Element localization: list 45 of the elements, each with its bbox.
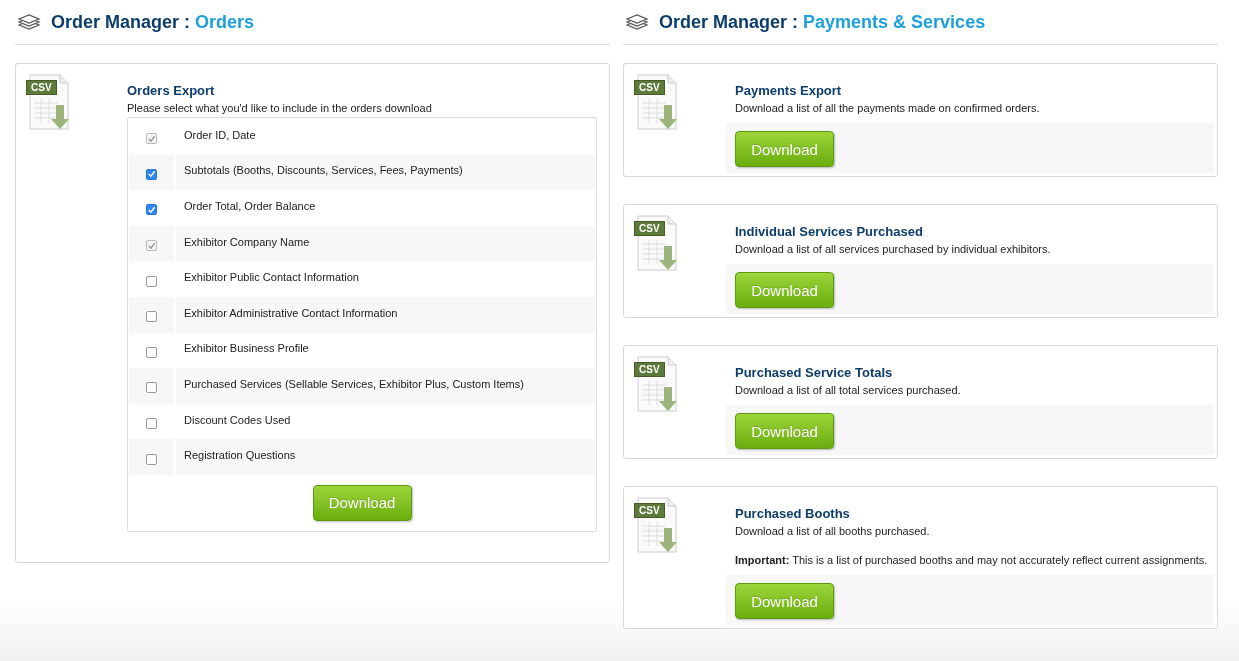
- layers-icon: [17, 14, 41, 30]
- download-button[interactable]: Download: [735, 413, 834, 449]
- layers-icon: [625, 14, 649, 30]
- checkbox[interactable]: [146, 382, 157, 394]
- option-label: Subtotals (Booths, Discounts, Services, Fees, Payments): [184, 164, 463, 177]
- option-label: Order Total, Order Balance: [184, 200, 316, 212]
- download-button[interactable]: Download: [735, 272, 834, 308]
- card-title: Orders Export: [127, 83, 216, 98]
- card-title: Purchased Service Totals: [735, 365, 894, 380]
- checkbox[interactable]: [146, 275, 157, 287]
- option-label: Purchased Services (Sellable Services, Exhibitor Plus, Custom Items): [184, 377, 524, 390]
- checkbox[interactable]: [146, 453, 157, 465]
- checkbox[interactable]: [146, 418, 157, 430]
- checkbox[interactable]: [146, 204, 157, 216]
- download-button[interactable]: Download: [312, 484, 412, 521]
- option-label: Exhibitor Administrative Contact Information: [184, 306, 398, 319]
- file-type-label: CSV: [26, 80, 57, 95]
- card-description: Please select what you'd like to include in the orders download: [127, 102, 433, 114]
- option-label: Order ID, Date: [184, 128, 256, 141]
- important-note: Important: This is a list of purchased booths and may not accurately reflect current assignments.: [735, 554, 1209, 566]
- option-label: Exhibitor Company Name: [184, 235, 310, 248]
- heading-title: Order Manager :: [659, 11, 799, 33]
- file-type-label: CSV: [634, 362, 665, 377]
- checkbox[interactable]: [146, 168, 157, 180]
- card-description: Download a list of all total services purchased.: [735, 384, 962, 396]
- card-description: Download a list of all the payments made on confirmed orders.: [735, 102, 1041, 114]
- heading-section: Payments & Services: [803, 11, 986, 33]
- heading-title: Order Manager :: [51, 11, 191, 33]
- option-label: Exhibitor Business Profile: [184, 342, 309, 355]
- option-label: Registration Questions: [184, 449, 296, 462]
- heading-section: Orders: [195, 11, 255, 33]
- file-type-label: CSV: [634, 80, 665, 95]
- download-button[interactable]: Download: [735, 583, 834, 619]
- file-type-label: CSV: [634, 221, 665, 236]
- option-label: Discount Codes Used: [184, 413, 291, 426]
- card-description: Download a list of all services purchased by individual exhibitors.: [735, 243, 1052, 255]
- checkbox[interactable]: [146, 346, 157, 358]
- checkbox[interactable]: [146, 311, 157, 323]
- card-title: Purchased Booths: [735, 506, 851, 521]
- card-title: Individual Services Purchased: [735, 224, 924, 239]
- card-description: Download a list of all booths purchased.: [735, 525, 931, 537]
- card-title: Payments Export: [735, 83, 843, 98]
- download-button[interactable]: Download: [735, 131, 834, 167]
- file-type-label: CSV: [634, 503, 665, 518]
- option-label: Exhibitor Public Contact Information: [184, 271, 359, 284]
